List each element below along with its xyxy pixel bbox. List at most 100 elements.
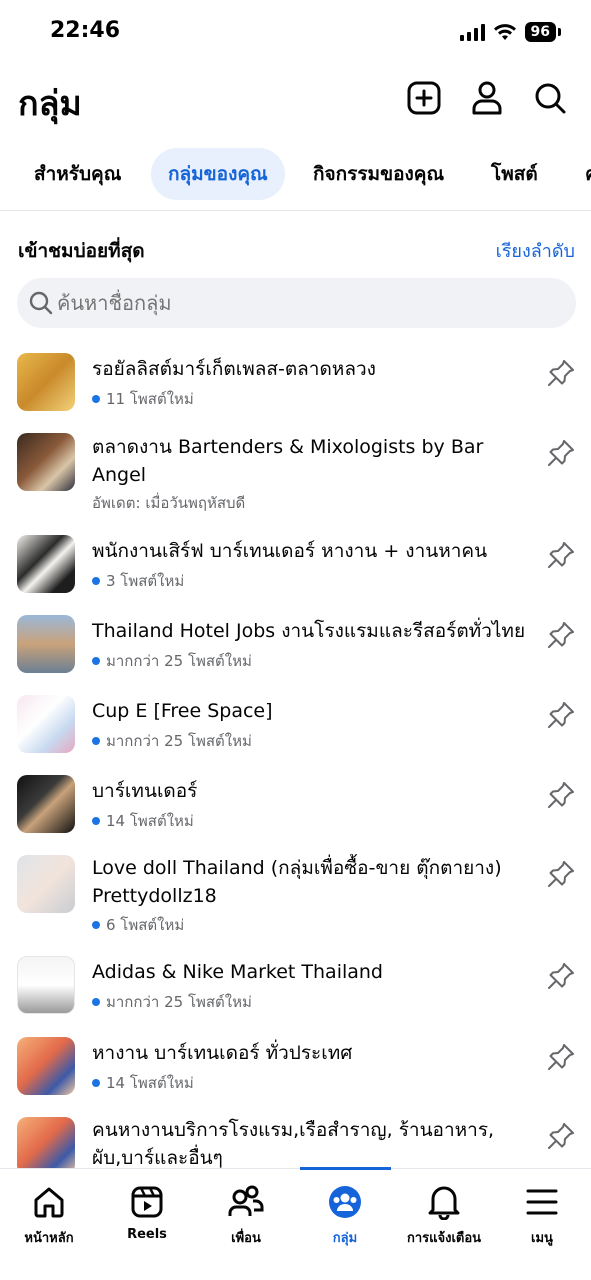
pin-icon xyxy=(548,622,574,648)
pin-button[interactable] xyxy=(545,619,577,651)
group-meta-text: 14 โพสต์ใหม่ xyxy=(106,812,194,830)
section-title: เข้าชมบ่อยที่สุด xyxy=(18,240,145,262)
nav-reels[interactable]: Reels xyxy=(98,1169,196,1259)
group-thumbnail xyxy=(17,1117,75,1168)
group-thumbnail xyxy=(17,775,75,833)
home-icon xyxy=(30,1183,68,1221)
menu-icon xyxy=(523,1183,561,1221)
group-row[interactable]: Love doll Thailand (กลุ่มเพื่อซื้อ-ขาย ต… xyxy=(0,854,591,944)
group-name: Adidas & Nike Market Thailand xyxy=(92,961,383,983)
group-row[interactable]: Cup E [Free Space] มากกว่า 25 โพสต์ใหม่ xyxy=(0,694,591,764)
group-thumbnail xyxy=(17,956,75,1014)
pin-icon xyxy=(548,1044,574,1070)
status-time: 22:46 xyxy=(50,18,121,43)
pin-icon xyxy=(548,861,574,887)
profile-button[interactable] xyxy=(467,78,507,118)
group-row[interactable]: Thailand Hotel Jobs งานโรงแรมและรีสอร์ตท… xyxy=(0,614,591,684)
nav-groups[interactable]: กลุ่ม xyxy=(296,1169,394,1259)
header: กลุ่ม xyxy=(0,76,591,126)
group-thumbnail xyxy=(17,855,75,913)
pin-button[interactable] xyxy=(545,960,577,992)
group-meta-text: 3 โพสต์ใหม่ xyxy=(106,572,185,590)
search-button[interactable] xyxy=(530,78,570,118)
pin-button[interactable] xyxy=(545,357,577,389)
nav-notifications[interactable]: การแจ้งเตือน xyxy=(395,1169,493,1259)
group-meta: 6 โพสต์ใหม่ xyxy=(92,913,184,937)
group-meta: อัพเดต: เมื่อวันพฤหัสบดี xyxy=(92,491,245,515)
group-row[interactable]: รอยัลลิสต์มาร์เก็ตเพลส-ตลาดหลวง 11 โพสต์… xyxy=(0,352,591,422)
group-name: Cup E [Free Space] xyxy=(92,700,273,722)
pin-icon xyxy=(548,360,574,386)
nav-label: กลุ่ม xyxy=(332,1231,358,1246)
tab-your-groups[interactable]: กลุ่มของคุณ xyxy=(151,148,285,200)
new-post-dot xyxy=(92,998,100,1006)
battery-level: 96 xyxy=(524,22,556,42)
group-row[interactable]: คนหางานบริการโรงแรม,เรือสำราญ, ร้านอาหาร… xyxy=(0,1116,591,1168)
group-name: Love doll Thailand (กลุ่มเพื่อซื้อ-ขาย ต… xyxy=(92,857,502,907)
status-bar: 22:46 96 xyxy=(0,0,591,64)
group-thumbnail xyxy=(17,615,75,673)
group-meta-text: 11 โพสต์ใหม่ xyxy=(106,390,194,408)
tab-more[interactable]: ค xyxy=(568,148,591,200)
pin-button[interactable] xyxy=(545,539,577,571)
groups-icon xyxy=(326,1183,364,1221)
group-thumbnail xyxy=(17,535,75,593)
new-post-dot xyxy=(92,737,100,745)
bell-icon xyxy=(425,1183,463,1221)
nav-label: Reels xyxy=(127,1227,167,1242)
new-post-dot xyxy=(92,395,100,403)
pin-button[interactable] xyxy=(545,699,577,731)
group-row[interactable]: พนักงานเสิร์ฟ บาร์เทนเดอร์ หางาน + งานหา… xyxy=(0,534,591,604)
group-thumbnail xyxy=(17,353,75,411)
group-name: ตลาดงาน Bartenders & Mixologists by Bar … xyxy=(92,436,484,486)
battery-icon xyxy=(558,28,561,36)
pin-button[interactable] xyxy=(545,779,577,811)
group-row[interactable]: Adidas & Nike Market Thailand มากกว่า 25… xyxy=(0,956,591,1026)
group-row[interactable]: บาร์เทนเดอร์ 14 โพสต์ใหม่ xyxy=(0,774,591,844)
nav-home[interactable]: หน้าหลัก xyxy=(0,1169,98,1259)
group-meta: 11 โพสต์ใหม่ xyxy=(92,387,194,411)
tab-posts[interactable]: โพสต์ xyxy=(474,148,555,200)
group-name: รอยัลลิสต์มาร์เก็ตเพลส-ตลาดหลวง xyxy=(92,358,376,380)
nav-friends[interactable]: เพื่อน xyxy=(197,1169,295,1259)
group-meta: มากกว่า 25 โพสต์ใหม่ xyxy=(92,649,252,673)
tab-your-activity[interactable]: กิจกรรมของคุณ xyxy=(296,148,461,200)
pin-button[interactable] xyxy=(545,1041,577,1073)
pin-button[interactable] xyxy=(545,858,577,890)
pin-icon xyxy=(548,782,574,808)
pin-icon xyxy=(548,1123,574,1149)
create-group-button[interactable] xyxy=(404,78,444,118)
group-meta-text: อัพเดต: เมื่อวันพฤหัสบดี xyxy=(92,494,246,512)
pin-icon xyxy=(548,542,574,568)
reels-icon xyxy=(128,1183,166,1221)
page-title: กลุ่ม xyxy=(18,84,82,124)
pin-icon xyxy=(548,963,574,989)
new-post-dot xyxy=(92,657,100,665)
group-meta-text: มากกว่า 25 โพสต์ใหม่ xyxy=(106,652,252,670)
new-post-dot xyxy=(92,921,100,929)
status-indicators: 96 xyxy=(459,22,561,42)
group-row[interactable]: ตลาดงาน Bartenders & Mixologists by Bar … xyxy=(0,433,591,513)
bottom-nav: หน้าหลัก Reels เพื่อน กลุ่ม การแจ้งเตือน… xyxy=(0,1167,591,1280)
tab-for-you[interactable]: สำหรับคุณ xyxy=(17,148,138,200)
nav-label: เมนู xyxy=(531,1231,553,1246)
friends-icon xyxy=(227,1183,265,1221)
nav-menu[interactable]: เมนู xyxy=(493,1169,591,1259)
plus-square-icon xyxy=(407,81,441,115)
sort-button[interactable]: เรียงลำดับ xyxy=(496,236,575,265)
wifi-icon xyxy=(493,24,516,40)
group-search-input[interactable] xyxy=(57,278,557,328)
group-name: หางาน บาร์เทนเดอร์ ทั่วประเทศ xyxy=(92,1042,353,1064)
group-meta: มากกว่า 25 โพสต์ใหม่ xyxy=(92,729,252,753)
group-name: พนักงานเสิร์ฟ บาร์เทนเดอร์ หางาน + งานหา… xyxy=(92,540,488,562)
group-row[interactable]: หางาน บาร์เทนเดอร์ ทั่วประเทศ 14 โพสต์ให… xyxy=(0,1036,591,1106)
group-meta: 14 โพสต์ใหม่ xyxy=(92,1071,194,1095)
group-meta-text: 14 โพสต์ใหม่ xyxy=(106,1074,194,1092)
pin-button[interactable] xyxy=(545,437,577,469)
group-meta-text: มากกว่า 25 โพสต์ใหม่ xyxy=(106,993,252,1011)
group-thumbnail xyxy=(17,1037,75,1095)
search-icon xyxy=(29,291,53,315)
group-search-bar[interactable] xyxy=(17,278,576,328)
group-meta-text: มากกว่า 25 โพสต์ใหม่ xyxy=(106,732,252,750)
pin-button[interactable] xyxy=(545,1120,577,1152)
